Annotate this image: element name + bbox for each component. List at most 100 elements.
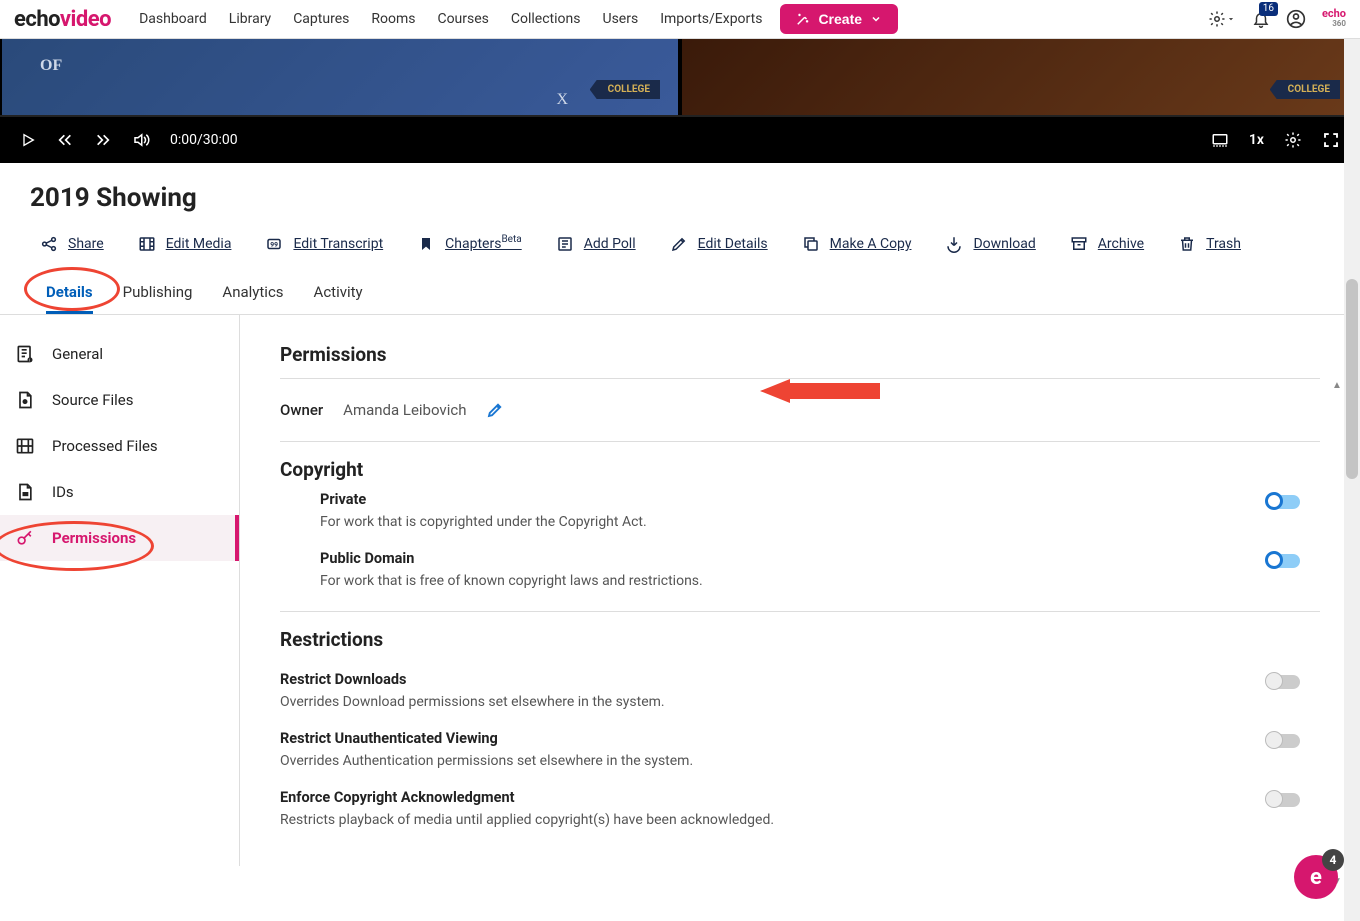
divider xyxy=(280,441,1320,442)
fullscreen-button[interactable] xyxy=(1322,131,1340,149)
sidebar-ids-label: IDs xyxy=(52,483,74,501)
nav-rooms[interactable]: Rooms xyxy=(371,11,415,27)
action-archive[interactable]: Archive xyxy=(1070,235,1144,253)
sidebar-permissions-label: Permissions xyxy=(52,529,136,547)
general-icon: i xyxy=(14,343,36,365)
svg-text:i: i xyxy=(29,359,30,364)
edit-owner-button[interactable] xyxy=(486,401,504,419)
brand-logo[interactable]: echovideo xyxy=(14,7,111,32)
sidebar-item-ids[interactable]: IDs xyxy=(0,469,239,515)
poll-icon xyxy=(556,235,574,253)
notifications-button[interactable]: 16 xyxy=(1252,10,1270,28)
copy-icon xyxy=(802,235,820,253)
ids-icon xyxy=(14,481,36,503)
below-tabs: i General Source Files Processed Files I… xyxy=(0,315,1360,866)
action-chapters[interactable]: ChaptersBeta xyxy=(417,235,522,253)
main-scrollbar[interactable] xyxy=(1344,39,1360,921)
main-scroll-thumb[interactable] xyxy=(1346,279,1358,479)
details-sidebar: i General Source Files Processed Files I… xyxy=(0,315,240,866)
public-desc: For work that is free of known copyright… xyxy=(320,573,1268,589)
copyright-heading: Copyright xyxy=(280,458,1320,481)
nav-captures[interactable]: Captures xyxy=(293,11,349,27)
gear-icon xyxy=(1284,131,1302,149)
nav-imports[interactable]: Imports/Exports xyxy=(660,11,762,27)
action-make-copy[interactable]: Make A Copy xyxy=(802,235,912,253)
action-edit-details-label: Edit Details xyxy=(698,236,768,252)
action-chapters-label: Chapters xyxy=(445,236,501,252)
create-button[interactable]: Create xyxy=(780,4,898,34)
key-icon xyxy=(14,527,36,549)
speed-button[interactable]: 1x xyxy=(1249,132,1264,148)
restrict-unauth-title: Restrict Unauthenticated Viewing xyxy=(280,730,1268,747)
play-button[interactable] xyxy=(20,132,36,148)
video-settings-button[interactable] xyxy=(1284,131,1302,149)
rewind-button[interactable] xyxy=(56,132,74,148)
restrictions-heading: Restrictions xyxy=(280,628,1320,651)
restrict-downloads-toggle[interactable] xyxy=(1268,675,1300,689)
action-edit-media[interactable]: Edit Media xyxy=(138,235,232,253)
action-download[interactable]: Download xyxy=(945,235,1035,253)
wand-icon xyxy=(796,12,810,26)
public-title: Public Domain xyxy=(320,550,1268,567)
volume-button[interactable] xyxy=(132,131,150,149)
tab-details[interactable]: Details xyxy=(46,273,93,314)
chapters-beta-label: Beta xyxy=(501,234,521,245)
archive-icon xyxy=(1070,235,1088,253)
settings-menu[interactable] xyxy=(1208,10,1236,28)
action-trash-label: Trash xyxy=(1206,236,1241,252)
enforce-copyright-toggle[interactable] xyxy=(1268,793,1300,807)
enforce-copyright-title: Enforce Copyright Acknowledgment xyxy=(280,789,1268,806)
source-files-icon xyxy=(14,389,36,411)
action-bar: Share Edit Media 99 Edit Transcript Chap… xyxy=(30,235,1330,265)
tab-analytics[interactable]: Analytics xyxy=(222,273,283,314)
chat-badge: 4 xyxy=(1322,849,1344,871)
chat-bubble-button[interactable]: e 4 xyxy=(1294,855,1338,899)
forward-icon xyxy=(94,132,112,148)
fullscreen-icon xyxy=(1322,131,1340,149)
time-display: 0:00/30:00 xyxy=(170,132,238,148)
action-edit-details[interactable]: Edit Details xyxy=(670,235,768,253)
private-toggle[interactable] xyxy=(1268,495,1300,509)
nav-library[interactable]: Library xyxy=(229,11,271,27)
nav-collections[interactable]: Collections xyxy=(511,11,581,27)
owner-label: Owner xyxy=(280,401,323,419)
volume-icon xyxy=(132,131,150,149)
main-pane: Permissions Owner Amanda Leibovich Copyr… xyxy=(240,315,1360,866)
video-thumbnail-left: OF X COLLEGE xyxy=(2,39,678,115)
restrict-unauth-toggle[interactable] xyxy=(1268,734,1300,748)
content-area: 2019 Showing Share Edit Media 99 Edit Tr… xyxy=(0,163,1360,866)
action-add-poll[interactable]: Add Poll xyxy=(556,235,636,253)
layout-button[interactable] xyxy=(1211,131,1229,149)
sidebar-item-general[interactable]: i General xyxy=(0,331,239,377)
notification-badge: 16 xyxy=(1259,2,1278,16)
restrict-downloads-title: Restrict Downloads xyxy=(280,671,1268,688)
share-icon xyxy=(40,235,58,253)
action-share[interactable]: Share xyxy=(40,235,104,253)
tab-publishing[interactable]: Publishing xyxy=(123,273,193,314)
action-trash[interactable]: Trash xyxy=(1178,235,1241,253)
public-toggle[interactable] xyxy=(1268,554,1300,568)
video-controls: 0:00/30:00 1x xyxy=(0,115,1360,163)
permissions-heading: Permissions xyxy=(280,343,1320,366)
nav-dashboard[interactable]: Dashboard xyxy=(139,11,207,27)
private-title: Private xyxy=(320,491,1268,508)
nav-users[interactable]: Users xyxy=(602,11,638,27)
sidebar-item-permissions[interactable]: Permissions xyxy=(0,515,239,561)
account-button[interactable] xyxy=(1286,9,1306,29)
nav-courses[interactable]: Courses xyxy=(437,11,488,27)
film-icon xyxy=(138,235,156,253)
svg-text:99: 99 xyxy=(271,240,279,248)
inner-scrollbar[interactable]: ▲ ▼ xyxy=(1330,380,1344,890)
action-edit-transcript[interactable]: 99 Edit Transcript xyxy=(265,235,383,253)
sidebar-item-source-files[interactable]: Source Files xyxy=(0,377,239,423)
echo360-logo[interactable]: echo 360 xyxy=(1322,9,1346,29)
video-thumbnail-right: COLLEGE xyxy=(682,39,1358,115)
forward-button[interactable] xyxy=(94,132,112,148)
transcript-icon: 99 xyxy=(265,235,283,253)
bookmark-icon xyxy=(417,235,435,253)
tab-activity[interactable]: Activity xyxy=(314,273,363,314)
sidebar-item-processed-files[interactable]: Processed Files xyxy=(0,423,239,469)
college-badge-right: COLLEGE xyxy=(1270,80,1340,99)
scroll-up-icon[interactable]: ▲ xyxy=(1332,380,1342,394)
rewind-icon xyxy=(56,132,74,148)
